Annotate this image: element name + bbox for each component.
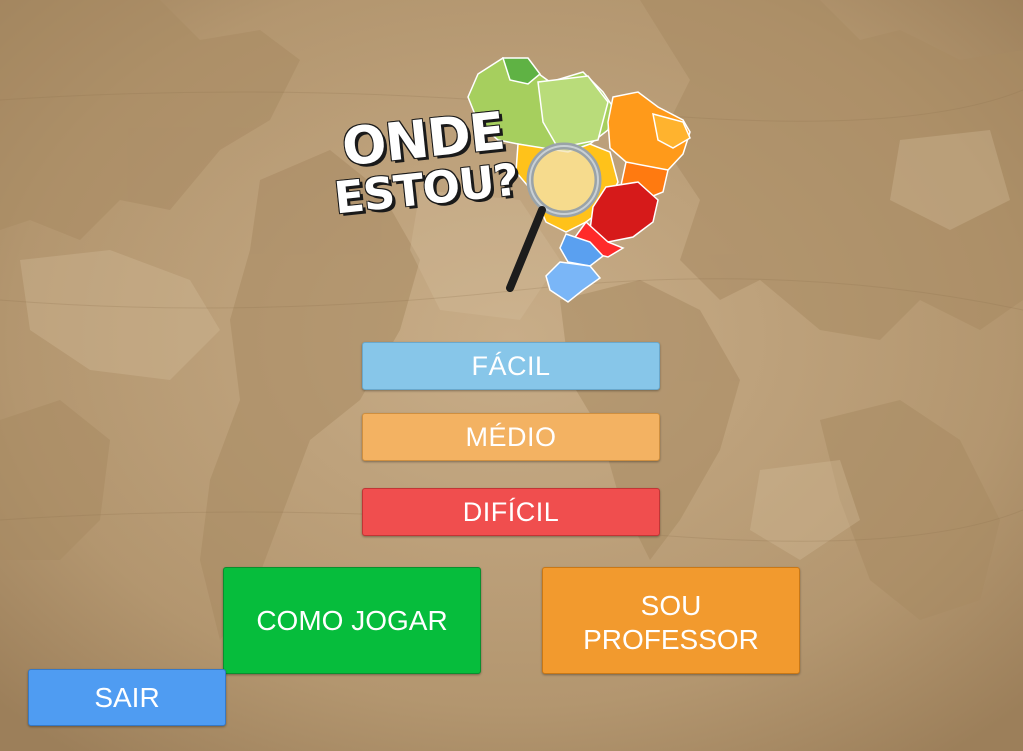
exit-button[interactable]: SAIR	[28, 669, 226, 726]
how-to-play-button[interactable]: COMO JOGAR	[223, 567, 481, 674]
easy-button[interactable]: FÁCIL	[362, 342, 660, 390]
game-logo: ONDE ESTOU?	[328, 52, 698, 312]
teacher-button[interactable]: SOU PROFESSOR	[542, 567, 800, 674]
hard-button[interactable]: DIFÍCIL	[362, 488, 660, 536]
medium-button[interactable]: MÉDIO	[362, 413, 660, 461]
